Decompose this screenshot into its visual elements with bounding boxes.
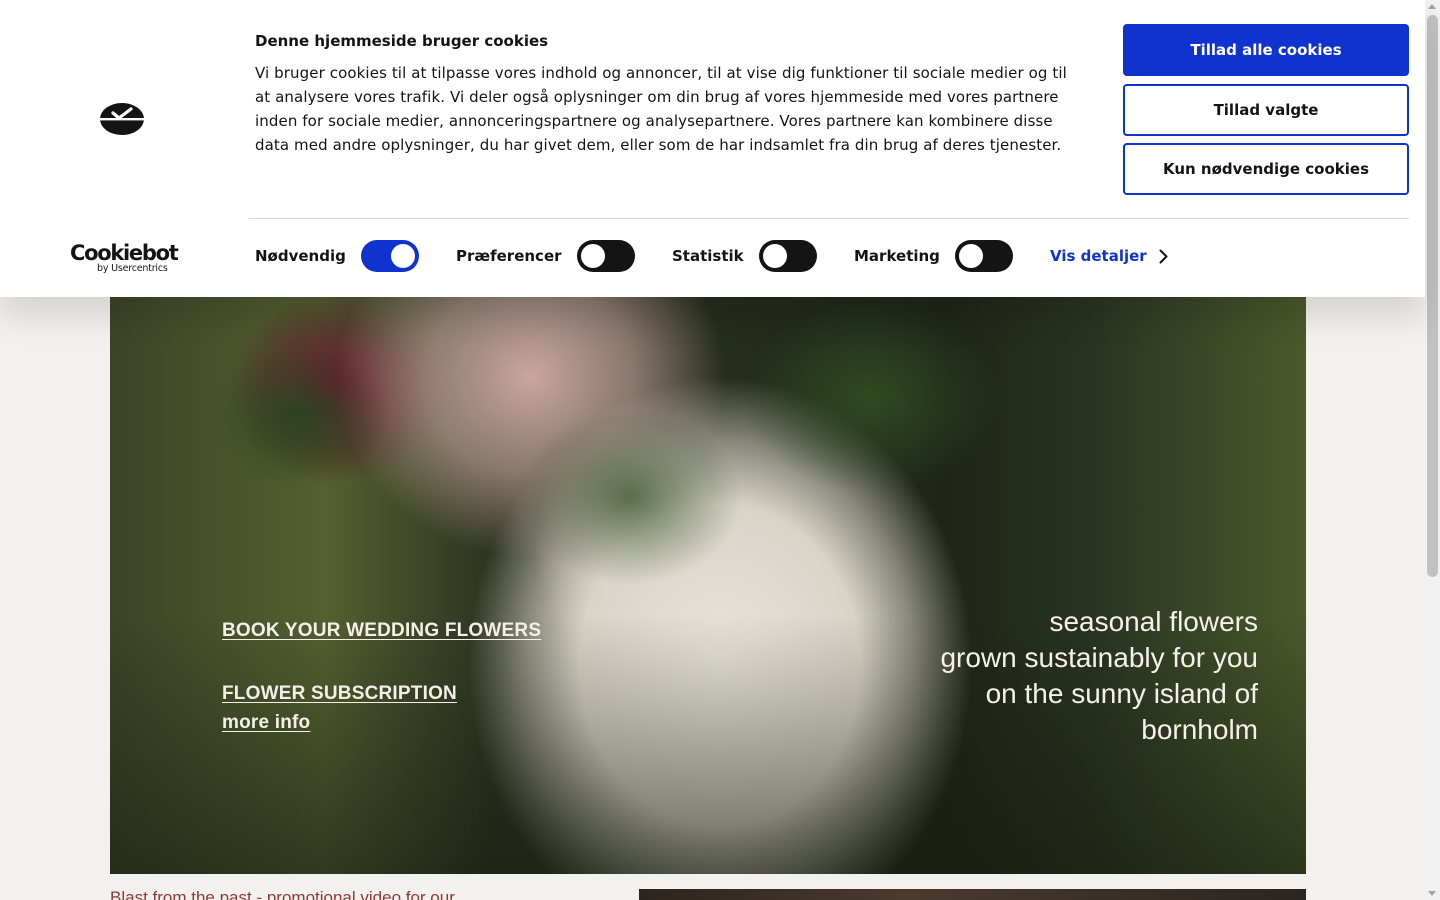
necessary-only-button[interactable]: Kun nødvendige cookies (1123, 143, 1409, 195)
brand-sub: by Usercentrics (97, 263, 168, 274)
cookie-logo-icon (100, 103, 144, 135)
details-link-label: Vis detaljer (1050, 247, 1147, 265)
flower-subscription-link[interactable]: FLOWER SUBSCRIPTION (222, 683, 457, 705)
toggle-knob (581, 244, 605, 268)
tagline-line: grown sustainably for you (940, 642, 1258, 673)
scroll-thumb[interactable] (1427, 15, 1438, 577)
toggle-label-preferences: Præferencer (456, 247, 562, 265)
toggle-label-necessary: Nødvendig (255, 247, 346, 265)
cookie-banner: Cookiebot by Usercentrics Denne hjemmesi… (0, 0, 1425, 297)
toggle-preferences[interactable] (577, 240, 635, 272)
cookie-description: Vi bruger cookies til at tilpasse vores … (255, 64, 1067, 154)
scroll-up-icon[interactable] (1428, 4, 1436, 9)
brand-name: Cookiebot (70, 241, 179, 265)
toggle-label-statistics: Statistik (672, 247, 744, 265)
cookiebot-brand: Cookiebot by Usercentrics (70, 241, 179, 274)
show-details-link[interactable]: Vis detaljer (1050, 247, 1168, 265)
cookie-title: Denne hjemmeside bruger cookies (255, 32, 549, 50)
hero-tagline: seasonal flowers grown sustainably for y… (940, 604, 1258, 748)
toggle-knob (763, 244, 787, 268)
tagline-line: on the sunny island of (985, 678, 1258, 709)
tagline-line: bornholm (1141, 714, 1258, 745)
more-info-link[interactable]: more info (222, 712, 310, 734)
toggle-knob (391, 244, 415, 268)
scroll-down-icon[interactable] (1428, 891, 1436, 896)
toggle-necessary[interactable] (361, 240, 419, 272)
blast-from-past-text: Blast from the past - promotional video … (110, 888, 455, 900)
toggle-label-marketing: Marketing (854, 247, 940, 265)
tagline-line: seasonal flowers (1049, 606, 1258, 637)
toggle-marketing[interactable] (955, 240, 1013, 272)
allow-selected-button[interactable]: Tillad valgte (1123, 84, 1409, 136)
toggle-statistics[interactable] (759, 240, 817, 272)
promo-video-thumbnail[interactable] (639, 889, 1306, 900)
chevron-right-icon (1159, 249, 1168, 263)
banner-divider (249, 218, 1409, 219)
hero-banner: BOOK YOUR WEDDING FLOWERS FLOWER SUBSCRI… (110, 297, 1306, 874)
page-scrollbar[interactable] (1425, 0, 1440, 900)
toggle-knob (959, 244, 983, 268)
hero-image-shade (110, 297, 1306, 874)
allow-all-cookies-button[interactable]: Tillad alle cookies (1123, 24, 1409, 76)
book-wedding-flowers-link[interactable]: BOOK YOUR WEDDING FLOWERS (222, 620, 541, 642)
